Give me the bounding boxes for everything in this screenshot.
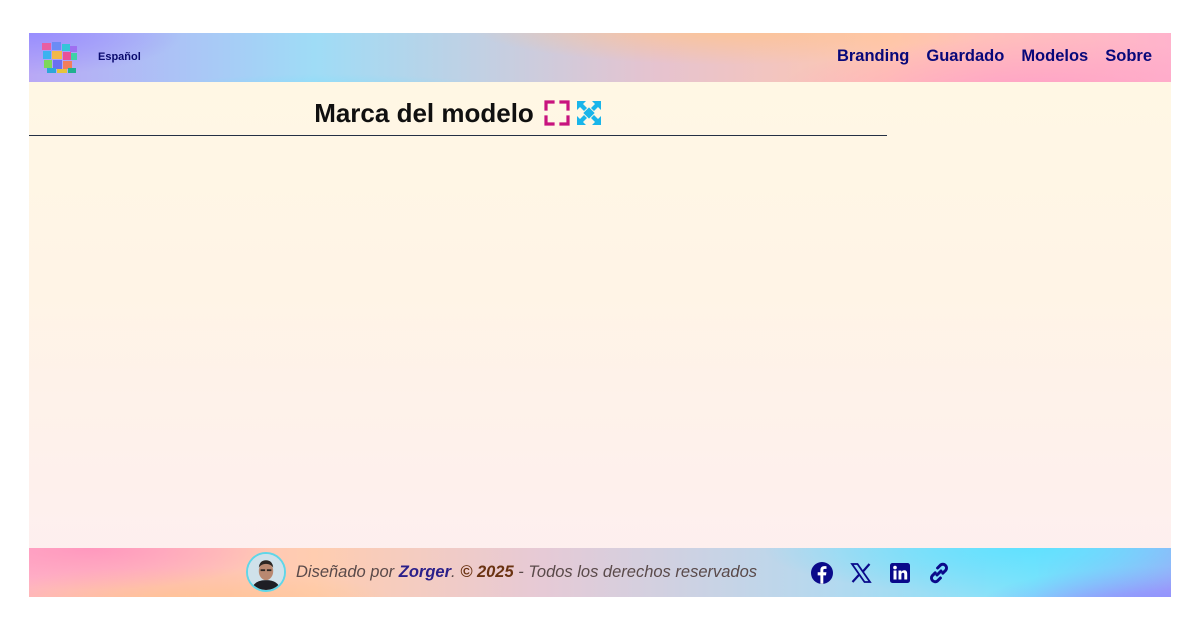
- x-icon[interactable]: [849, 561, 873, 585]
- copyright-year: © 2025: [460, 563, 514, 581]
- nav-item-branding[interactable]: Branding: [837, 47, 909, 66]
- designed-by-text: Diseñado por: [296, 563, 395, 581]
- footer-bar: Diseñado por Zorger. © 2025 - Todos los …: [29, 548, 1171, 597]
- app-logo-icon[interactable]: [41, 41, 78, 74]
- nav-item-guardado[interactable]: Guardado: [926, 47, 1004, 66]
- language-selector[interactable]: Español: [98, 51, 141, 63]
- page-title: Marca del modelo: [314, 97, 534, 128]
- fullscreen-corners-icon[interactable]: [544, 100, 570, 126]
- footer-credit: Diseñado por Zorger. © 2025 - Todos los …: [296, 563, 757, 582]
- nav-item-sobre[interactable]: Sobre: [1105, 47, 1152, 66]
- title-divider: [29, 135, 887, 136]
- main-nav: Branding Guardado Modelos Sobre: [837, 47, 1152, 66]
- title-row: Marca del modelo: [29, 91, 887, 135]
- period-text: .: [451, 563, 456, 581]
- header-bar: Español Branding Guardado Modelos Sobre: [29, 33, 1171, 82]
- nav-item-modelos[interactable]: Modelos: [1021, 47, 1088, 66]
- facebook-icon[interactable]: [810, 561, 834, 585]
- link-icon[interactable]: [927, 561, 951, 585]
- rights-text: - Todos los derechos reservados: [518, 563, 758, 581]
- person-portrait-icon: [248, 554, 284, 590]
- author-link[interactable]: Zorger: [399, 563, 451, 581]
- social-links: [810, 561, 951, 585]
- linkedin-icon[interactable]: [888, 561, 912, 585]
- app-window: Español Branding Guardado Modelos Sobre …: [29, 33, 1171, 597]
- author-avatar[interactable]: [246, 552, 286, 592]
- expand-arrows-icon[interactable]: [576, 100, 602, 126]
